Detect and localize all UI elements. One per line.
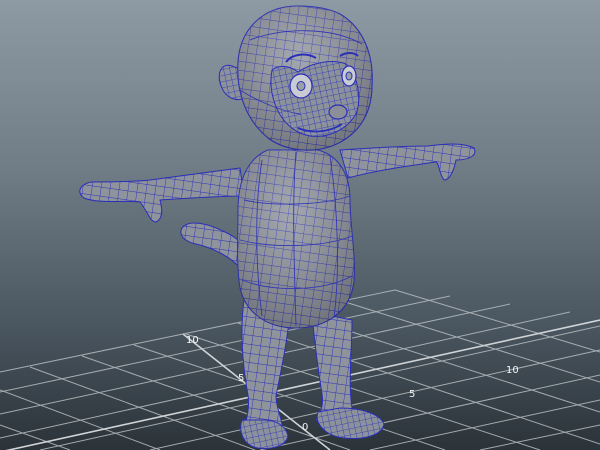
left-pupil bbox=[296, 81, 306, 91]
grid-label-left-5: 5 bbox=[238, 373, 244, 384]
scene-canvas[interactable]: 10 5 0 5 10 bbox=[0, 0, 600, 450]
nose bbox=[328, 104, 348, 120]
right-arm-mesh bbox=[339, 143, 476, 181]
grid-axes bbox=[5, 319, 600, 450]
right-pupil bbox=[345, 71, 353, 81]
left-arm-mesh bbox=[79, 167, 245, 223]
grid-label-left-10: 10 bbox=[186, 335, 199, 346]
grid-label-right-5: 5 bbox=[409, 389, 415, 400]
3d-viewport[interactable]: 10 5 0 5 10 bbox=[0, 0, 600, 450]
grid-label-origin: 0 bbox=[302, 422, 308, 433]
grid-label-right-10: 10 bbox=[506, 365, 519, 376]
right-foot-mesh bbox=[316, 407, 385, 439]
